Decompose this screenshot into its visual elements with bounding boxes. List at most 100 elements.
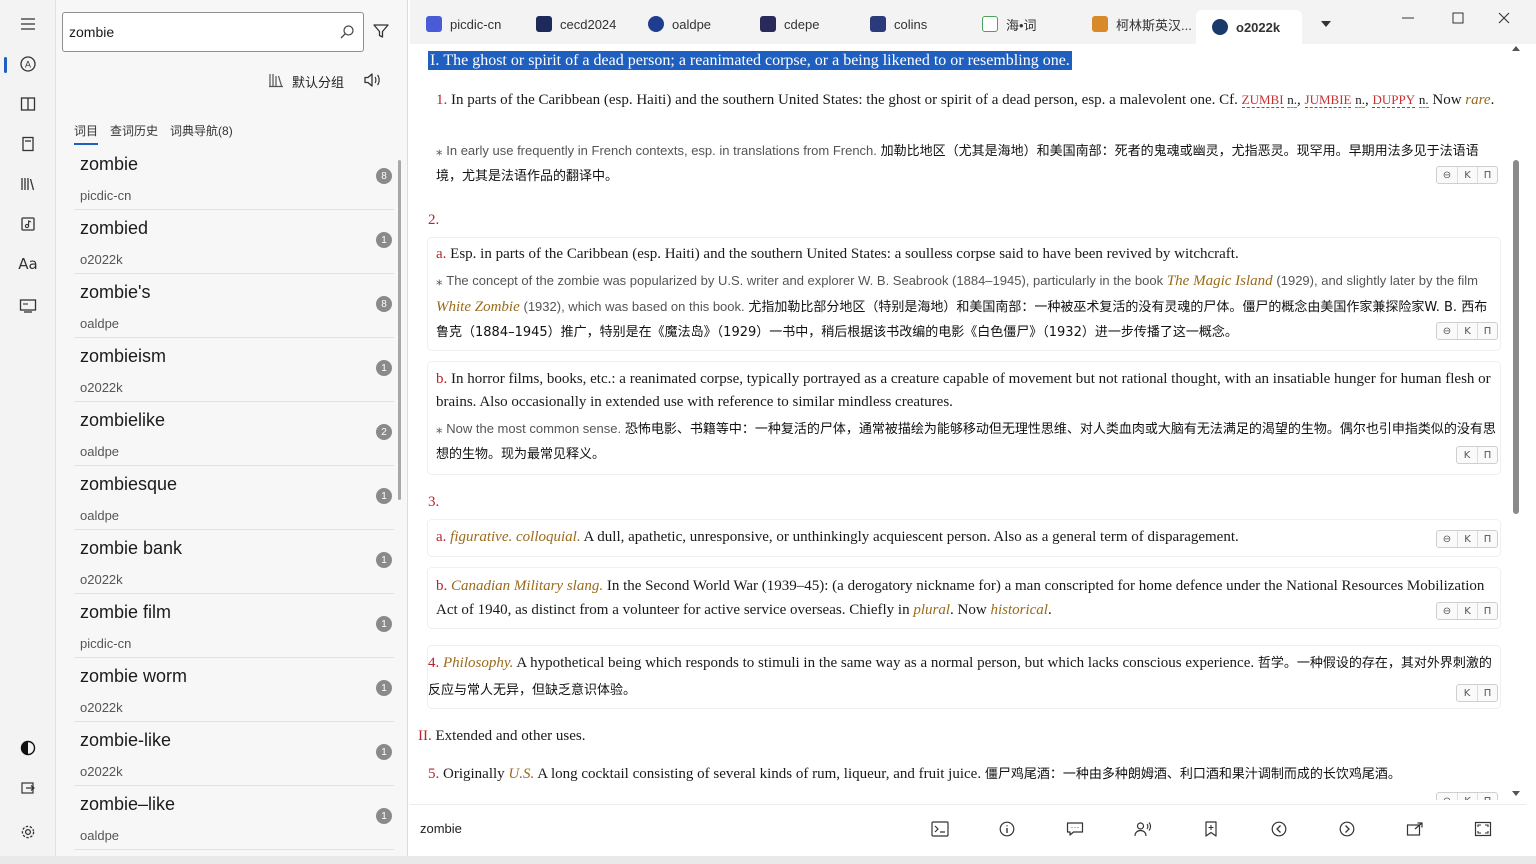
list-item[interactable]: zombie worm o2022k 1 [74,658,394,722]
collapse-button[interactable]: ⊖ [1437,793,1457,801]
usage-label: rare [1465,92,1491,108]
chevron-down-icon[interactable] [1320,16,1332,34]
usage-prefix: Originally [443,766,505,782]
list-scrollbar[interactable] [398,160,401,500]
tab-label: 柯林斯英汉... [1116,17,1192,33]
definition-3b: b. Canadian Military slang. In the Secon… [428,568,1500,628]
maximize-icon[interactable] [1448,10,1468,26]
book-icon[interactable] [8,88,48,120]
p-button[interactable]: П [1477,685,1497,701]
forward-icon[interactable] [1337,819,1357,839]
notebook-icon[interactable] [8,128,48,160]
p-button[interactable]: П [1477,603,1497,619]
info-icon[interactable] [997,819,1017,839]
tab-cdepe[interactable]: cdepe [744,8,819,40]
tab-oaldpe[interactable]: oaldpe [632,8,711,40]
list-item[interactable]: zombiesque oaldpe 1 [74,466,394,530]
xref-link[interactable]: duppy [1372,92,1416,108]
sense-group-number: I. [428,51,442,70]
sense-group-1: I. The ghost or spirit of a dead person; … [428,51,1500,70]
font-icon[interactable]: Aa [8,248,48,280]
sense-number: 5. [428,766,440,782]
group-selector[interactable]: 默认分组 [268,70,344,92]
usage-note: Now the most common sense. [446,421,622,436]
menu-icon[interactable] [8,8,48,40]
speak-person-icon[interactable] [1133,819,1153,839]
close-icon[interactable] [1494,10,1514,26]
tab-haici[interactable]: 海•词 [966,8,1037,40]
k-button[interactable]: K [1457,685,1477,701]
tab-history[interactable]: 查词历史 [104,116,164,145]
speaker-icon[interactable] [362,70,382,95]
collins-ec-icon [1092,16,1108,32]
audio-book-icon[interactable] [8,208,48,240]
list-item[interactable]: zombieism o2022k 1 [74,338,394,402]
fullscreen-icon[interactable] [1473,819,1493,839]
filter-icon[interactable] [372,22,390,45]
list-item[interactable]: zombie film picdic-cn 1 [74,594,394,658]
list-item[interactable]: zombielike oaldpe 2 [74,402,394,466]
k-button[interactable]: K [1457,167,1477,183]
screen-icon[interactable] [8,290,48,322]
collapse-button[interactable]: ⊖ [1437,167,1457,183]
xref-link[interactable]: jumbie [1304,92,1352,108]
search-icon[interactable] [339,24,355,45]
tab-colins[interactable]: colins [854,8,927,40]
minimize-icon[interactable] [1398,10,1418,26]
sense-number: b. [436,371,448,387]
collapse-button[interactable]: ⊖ [1437,323,1457,339]
open-external-icon[interactable] [1405,819,1425,839]
k-button[interactable]: K [1457,447,1477,463]
p-button[interactable]: П [1477,447,1497,463]
library-icon[interactable] [8,168,48,200]
list-source: picdic-cn [80,636,132,651]
action-buttons: KП [1456,446,1498,464]
tab-o2022k[interactable]: o2022k [1196,10,1302,44]
scroll-down-icon[interactable] [1511,788,1521,798]
k-button[interactable]: K [1457,323,1477,339]
search-input[interactable] [69,21,329,43]
sense-number: 4. [428,655,440,671]
count-badge: 1 [376,232,392,248]
collapse-button[interactable]: ⊖ [1437,603,1457,619]
exit-icon[interactable] [8,772,48,804]
list-word: zombie bank [80,538,183,558]
scroll-up-icon[interactable] [1511,44,1521,54]
content-scrollbar[interactable] [1511,44,1525,804]
list-item[interactable]: zombied o2022k 1 [74,210,394,274]
svg-text:A: A [25,61,32,71]
back-icon[interactable] [1269,819,1289,839]
word-list: zombie picdic-cn 8 zombied o2022k 1 zombie's… [74,146,394,850]
tab-entries[interactable]: 词目 [68,116,104,145]
list-item[interactable]: zombie's oaldpe 8 [74,274,394,338]
tab-dict-nav[interactable]: 词典导航(8) [164,116,239,145]
lookup-icon[interactable]: A [4,48,48,80]
k-button[interactable]: K [1457,531,1477,547]
tab-cecd2024[interactable]: cecd2024 [520,8,616,40]
register-label: Canadian Military slang. [451,578,604,594]
definition-text: A dull, apathetic, unresponsive, or unth… [583,529,1239,545]
list-item[interactable]: zombie picdic-cn 8 [74,146,394,210]
list-source: o2022k [80,380,123,395]
terminal-icon[interactable] [930,819,950,839]
list-item[interactable]: zombie-like o2022k 1 [74,722,394,786]
bookmark-icon[interactable] [1201,819,1221,839]
k-button[interactable]: K [1457,603,1477,619]
scroll-thumb[interactable] [1513,160,1519,514]
tab-label: colins [894,16,928,32]
settings-icon[interactable] [8,816,48,848]
collapse-button[interactable]: ⊖ [1437,531,1457,547]
comment-icon[interactable] [1065,819,1085,839]
contrast-icon[interactable] [8,732,48,764]
p-button[interactable]: П [1477,323,1497,339]
xref-link[interactable]: zumbi [1241,92,1284,108]
tab-picdic-cn[interactable]: picdic-cn [410,8,501,40]
tab-collins-ec[interactable]: 柯林斯英汉... [1076,8,1192,40]
p-button[interactable]: П [1477,793,1497,800]
p-button[interactable]: П [1477,167,1497,183]
list-item[interactable]: zombie–like oaldpe 1 [74,786,394,850]
k-button[interactable]: K [1457,793,1477,800]
list-item[interactable]: zombie bank o2022k 1 [74,530,394,594]
p-button[interactable]: П [1477,531,1497,547]
sub-tabs: 词目 查词历史 词典导航(8) [68,116,239,145]
